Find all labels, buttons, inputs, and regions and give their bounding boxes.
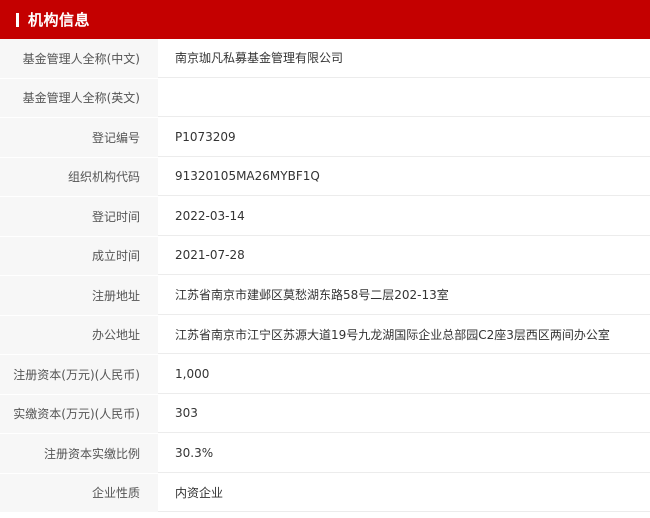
table-row: 注册资本实缴比例 30.3% (0, 434, 650, 474)
row-value: 303 (158, 394, 650, 433)
row-value: 南京珈凡私募基金管理有限公司 (158, 39, 650, 78)
table-row: 实缴资本(万元)(人民币) 303 (0, 394, 650, 434)
row-label: 办公地址 (0, 315, 158, 354)
table-row: 登记时间 2022-03-14 (0, 197, 650, 237)
info-table: 基金管理人全称(中文) 南京珈凡私募基金管理有限公司 基金管理人全称(英文) 登… (0, 39, 650, 513)
row-label: 成立时间 (0, 236, 158, 275)
row-value: 江苏省南京市建邺区莫愁湖东路58号二层202-13室 (158, 276, 650, 315)
row-label: 注册资本实缴比例 (0, 434, 158, 473)
header-accent-bar (16, 12, 19, 27)
row-value: 内资企业 (158, 473, 650, 512)
row-value: 30.3% (158, 434, 650, 473)
row-value: 91320105MA26MYBF1Q (158, 157, 650, 196)
table-row: 办公地址 江苏省南京市江宁区苏源大道19号九龙湖国际企业总部园C2座3层西区两间… (0, 315, 650, 355)
table-row: 企业性质 内资企业 (0, 473, 650, 513)
row-label: 企业性质 (0, 473, 158, 512)
row-label: 实缴资本(万元)(人民币) (0, 394, 158, 433)
table-row: 基金管理人全称(中文) 南京珈凡私募基金管理有限公司 (0, 39, 650, 79)
table-row: 登记编号 P1073209 (0, 118, 650, 158)
row-label: 基金管理人全称(英文) (0, 78, 158, 117)
row-label: 注册资本(万元)(人民币) (0, 355, 158, 394)
table-row: 基金管理人全称(英文) (0, 78, 650, 118)
table-row: 成立时间 2021-07-28 (0, 236, 650, 276)
table-row: 注册地址 江苏省南京市建邺区莫愁湖东路58号二层202-13室 (0, 276, 650, 316)
row-value: 1,000 (158, 355, 650, 394)
section-title: 机构信息 (28, 11, 91, 29)
row-label: 登记编号 (0, 118, 158, 157)
table-row: 注册资本(万元)(人民币) 1,000 (0, 355, 650, 395)
section-header: 机构信息 (0, 0, 650, 39)
row-value (158, 78, 650, 117)
row-label: 注册地址 (0, 276, 158, 315)
row-value: 2021-07-28 (158, 236, 650, 275)
row-value: P1073209 (158, 118, 650, 157)
row-label: 基金管理人全称(中文) (0, 39, 158, 78)
row-value: 2022-03-14 (158, 197, 650, 236)
table-row: 组织机构代码 91320105MA26MYBF1Q (0, 157, 650, 197)
row-label: 登记时间 (0, 197, 158, 236)
row-value: 江苏省南京市江宁区苏源大道19号九龙湖国际企业总部园C2座3层西区两间办公室 (158, 315, 650, 354)
row-label: 组织机构代码 (0, 157, 158, 196)
